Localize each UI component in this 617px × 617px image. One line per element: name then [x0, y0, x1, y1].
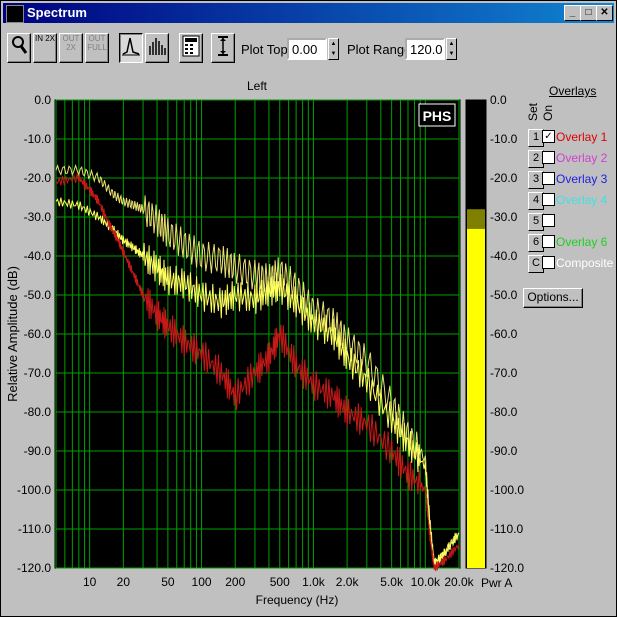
meter-tick-label: -120.0 — [490, 561, 524, 575]
y-tick-label: -70.0 — [24, 366, 52, 380]
x-tick-label: 10.0k — [411, 575, 441, 589]
x-tick-label: 200 — [225, 575, 245, 589]
y-tick-label: -110.0 — [18, 522, 51, 536]
overlay-label: Overlay 4 — [556, 193, 608, 207]
y-tick-label: 0.0 — [34, 93, 51, 107]
y-tick-label: -100.0 — [17, 483, 51, 497]
x-tick-label: 10 — [83, 575, 97, 589]
y-tick-label: -80.0 — [24, 405, 52, 419]
x-axis-ticks: 10 20 50 100 200 500 1.0k 2.0k 5.0k 10.0k 20.0k — [83, 575, 475, 589]
x-tick-label: 500 — [270, 575, 290, 589]
overlay-on-checkbox[interactable] — [542, 235, 555, 248]
x-tick-label: 5.0k — [380, 575, 404, 589]
meter-tick-label: -50.0 — [490, 288, 518, 302]
x-tick-label: 20.0k — [444, 575, 474, 589]
y-tick-label: -10.0 — [24, 132, 52, 146]
chart-title: Left — [247, 79, 268, 93]
overlays-on-header: On — [541, 104, 555, 121]
spectrum-chart[interactable]: Left 0.0 -10.0 -20.0 -30.0 -40.0 -50.0 -60.0 -7… — [0, 0, 617, 617]
y-axis-ticks: 0.0 -10.0 -20.0 -30.0 -40.0 -50.0 -60.0 -70.0 -8… — [17, 93, 51, 575]
watermark-text: PHS — [423, 108, 452, 124]
meter-tick-label: -110.0 — [490, 522, 523, 536]
y-tick-label: -30.0 — [24, 210, 52, 224]
overlays-title: Overlays — [549, 84, 597, 98]
meter-tick-label: -40.0 — [490, 249, 518, 263]
overlay-on-checkbox[interactable]: ✓ — [542, 130, 555, 143]
meter-ticks: 0.0 -10.0 -20.0 -30.0 -40.0 -50.0 -60.0 -70.0 -8… — [490, 93, 524, 575]
level-meter-peak — [467, 209, 485, 229]
overlay-label: Overlay 1 — [556, 130, 608, 144]
spectrum-window: Spectrum _ □ ✕ IN 2X OUT 2X OUT FULL Plo… — [0, 0, 617, 617]
options-button[interactable]: Options... — [523, 288, 583, 308]
meter-tick-label: -20.0 — [490, 171, 518, 185]
x-tick-label: 100 — [192, 575, 212, 589]
level-meter-fill — [467, 228, 485, 568]
meter-tick-label: -90.0 — [490, 444, 518, 458]
y-tick-label: -90.0 — [24, 444, 52, 458]
overlay-label: Overlay 3 — [556, 172, 608, 186]
meter-tick-label: -80.0 — [490, 405, 518, 419]
meter-tick-label: -10.0 — [490, 132, 518, 146]
overlay-label: Overlay 2 — [556, 151, 608, 165]
overlay-label: Overlay 6 — [556, 235, 608, 249]
overlays-set-header: Set — [526, 102, 540, 121]
overlay-on-checkbox[interactable] — [542, 256, 555, 269]
x-tick-label: 1.0k — [302, 575, 326, 589]
meter-tick-label: -60.0 — [490, 327, 518, 341]
y-tick-label: -50.0 — [24, 288, 52, 302]
y-tick-label: -120.0 — [17, 561, 51, 575]
y-tick-label: -40.0 — [24, 249, 52, 263]
overlay-on-checkbox[interactable] — [542, 151, 555, 164]
x-tick-label: 20 — [117, 575, 131, 589]
meter-unit-label: Pwr A — [481, 576, 512, 590]
y-tick-label: -20.0 — [24, 171, 52, 185]
y-tick-label: -60.0 — [24, 327, 52, 341]
overlay-on-checkbox[interactable] — [542, 214, 555, 227]
x-tick-label: 2.0k — [336, 575, 360, 589]
overlay-on-checkbox[interactable] — [542, 193, 555, 206]
meter-tick-label: -30.0 — [490, 210, 518, 224]
x-axis-label: Frequency (Hz) — [256, 593, 339, 607]
y-axis-label: Relative Amplitude (dB) — [5, 266, 20, 402]
overlay-label: Composite — [556, 256, 614, 270]
overlay-on-checkbox[interactable] — [542, 172, 555, 185]
meter-tick-label: -100.0 — [490, 483, 524, 497]
meter-tick-label: -70.0 — [490, 366, 518, 380]
x-tick-label: 50 — [161, 575, 175, 589]
meter-tick-label: 0.0 — [490, 93, 507, 107]
